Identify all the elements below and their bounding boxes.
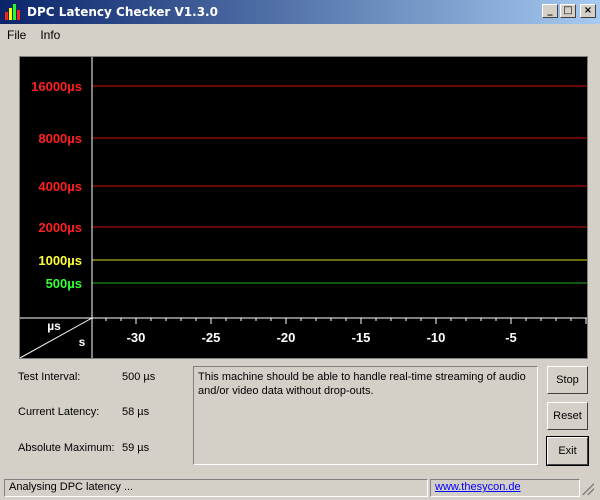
x-tick-label: -25	[202, 330, 221, 345]
window-title: DPC Latency Checker V1.3.0	[27, 5, 218, 19]
x-tick-label: -20	[277, 330, 296, 345]
menu-bar: File Info	[0, 25, 600, 45]
close-button[interactable]: ×	[580, 4, 596, 18]
x-tick-label: -10	[427, 330, 446, 345]
y-axis-label: 1000µs	[38, 253, 82, 268]
menu-info[interactable]: Info	[33, 28, 67, 42]
y-axis-label: 500µs	[46, 276, 82, 291]
menu-file[interactable]: File	[0, 28, 33, 42]
status-text: Analysing DPC latency ...	[4, 479, 428, 497]
y-axis-label: 8000µs	[38, 131, 82, 146]
y-axis-label: 16000µs	[31, 79, 82, 94]
test-interval-value: 500 µs	[122, 371, 156, 383]
test-interval-label: Test Interval:	[18, 371, 81, 383]
x-tick-label: -15	[352, 330, 371, 345]
y-axis-label: 2000µs	[38, 220, 82, 235]
app-bar-icon	[5, 4, 21, 20]
current-latency-value: 58 µs	[122, 406, 150, 418]
y-axis-label: 4000µs	[38, 179, 82, 194]
x-tick-label: -30	[127, 330, 146, 345]
resize-grip[interactable]	[582, 483, 594, 495]
website-link[interactable]: www.thesycon.de	[435, 481, 521, 493]
reset-button[interactable]: Reset	[547, 402, 588, 430]
minimize-button[interactable]: _	[542, 4, 558, 18]
title-bar[interactable]: DPC Latency Checker V1.3.0 _ □ ×	[0, 0, 600, 24]
stop-button[interactable]: Stop	[547, 366, 588, 394]
maximize-button[interactable]: □	[560, 4, 576, 18]
absolute-maximum-value: 59 µs	[122, 442, 150, 454]
corner-y-unit: µs	[47, 319, 61, 333]
absolute-maximum-label: Absolute Maximum:	[18, 442, 115, 454]
current-latency-label: Current Latency:	[18, 406, 100, 418]
x-tick-label: -5	[505, 330, 517, 345]
exit-button[interactable]: Exit	[546, 436, 589, 466]
status-link-pane: www.thesycon.de	[430, 479, 580, 497]
latency-graph: 16000µs 8000µs 4000µs 2000µs 1000µs 500µs µs s -…	[19, 56, 588, 359]
status-bar: Analysing DPC latency ... www.thesycon.d…	[4, 479, 596, 497]
corner-x-unit: s	[79, 335, 86, 349]
result-message: This machine should be able to handle re…	[193, 366, 538, 465]
latency-graph-canvas: 16000µs 8000µs 4000µs 2000µs 1000µs 500µs µs s -…	[20, 57, 587, 358]
